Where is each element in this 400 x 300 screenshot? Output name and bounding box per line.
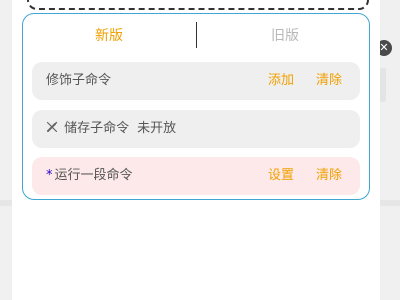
tab-new-version[interactable]: 新版: [29, 26, 189, 46]
not-open-note: 未开放: [137, 121, 177, 136]
clear-button[interactable]: 清除: [316, 72, 342, 90]
dashed-frame: [27, 0, 369, 10]
run-command-row: * 运行一段命令 设置 清除: [32, 157, 360, 195]
background-element: [380, 68, 386, 102]
command-panel: 新版 旧版 修饰子命令 添加 清除 储存子命令 未开放 * 运行一段命令 设置 清除: [22, 13, 370, 200]
settings-button[interactable]: 设置: [268, 167, 294, 185]
modifier-subcommand-row: 修饰子命令 添加 清除: [32, 62, 360, 100]
row-label: 储存子命令 未开放: [46, 120, 176, 138]
required-marker: *: [46, 168, 53, 183]
disabled-pen-icon: [46, 121, 62, 136]
version-tabs: 新版 旧版: [23, 14, 369, 58]
tab-old-version[interactable]: 旧版: [205, 26, 365, 46]
row-label: 修饰子命令: [46, 73, 112, 88]
row-label-text: 运行一段命令: [54, 168, 133, 183]
add-button[interactable]: 添加: [268, 72, 294, 90]
row-label: * 运行一段命令: [46, 167, 133, 185]
row-label-text: 储存子命令: [64, 121, 130, 136]
store-subcommand-row: 储存子命令 未开放: [32, 110, 360, 148]
tab-divider: [196, 22, 197, 48]
clear-button[interactable]: 清除: [316, 167, 342, 185]
